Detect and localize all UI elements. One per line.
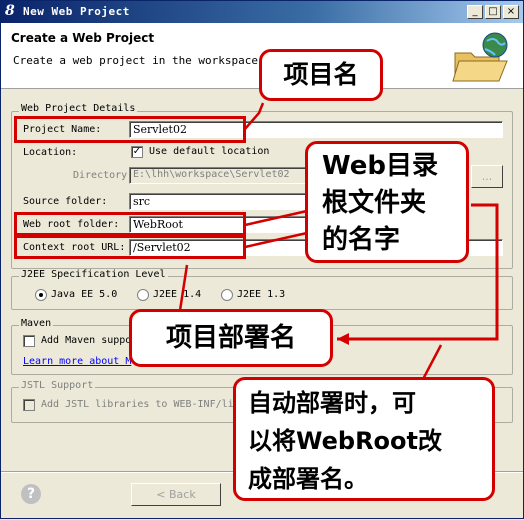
j2ee-1-4-radio[interactable] (137, 289, 149, 301)
context-root-highlight (14, 235, 246, 259)
use-default-location-checkbox[interactable]: ✓ (131, 146, 143, 158)
add-maven-checkbox[interactable] (23, 335, 35, 347)
myeclipse-icon: 8 (5, 3, 15, 19)
web-project-details-title: Web Project Details (19, 103, 138, 114)
web-root-callout-line-2: 根文件夹 (322, 188, 427, 218)
add-jstl-label: Add JSTL libraries to WEB-INF/li (41, 399, 234, 410)
add-maven-label: Add Maven suppo (41, 335, 132, 346)
project-name-callout: 项目名 (259, 49, 383, 101)
minimize-button[interactable]: _ (467, 5, 483, 19)
browse-button: ... (471, 165, 503, 188)
use-default-location-label: Use default location (149, 146, 270, 157)
j2ee-1-4-label: J2EE 1.4 (153, 289, 202, 300)
web-root-callout: Web目录 根文件夹 的名字 (305, 141, 469, 263)
j2ee-level-title: J2EE Specification Level (19, 269, 168, 280)
maximize-button[interactable]: □ (485, 5, 501, 19)
deploy-callout-line-1: 自动部署时，可 (248, 389, 416, 417)
deploy-name-callout: 自动部署时，可 以将WebRoot改 成部署名。 (233, 377, 495, 501)
banner-title: Create a Web Project (11, 31, 155, 45)
location-label: Location: (23, 147, 78, 158)
j2ee-1-3-label: J2EE 1.3 (237, 289, 286, 300)
web-root-callout-line-1: Web目录 (322, 151, 438, 181)
add-jstl-checkbox (23, 399, 35, 411)
learn-more-maven-link[interactable]: Learn more about M (23, 356, 131, 367)
window-title: New Web Project (23, 5, 130, 18)
deploy-callout-line-2: 以将WebRoot改 (248, 427, 443, 455)
help-icon[interactable]: ? (21, 484, 41, 504)
j2ee-1-3-radio[interactable] (221, 289, 233, 301)
directory-label: Directory: (73, 170, 134, 181)
java-ee-5-label: Java EE 5.0 (51, 289, 118, 300)
folder-globe-icon (452, 32, 508, 82)
maven-title: Maven (19, 318, 54, 329)
jstl-support-title: JSTL Support (19, 380, 96, 391)
java-ee-5-radio[interactable] (35, 289, 47, 301)
close-button[interactable]: × (503, 5, 519, 19)
banner-description: Create a web project in the workspace or (13, 54, 278, 67)
deploy-callout-line-3: 成部署名。 (248, 465, 368, 493)
context-root-callout: 项目部署名 (129, 309, 333, 367)
project-name-highlight (14, 116, 246, 143)
web-root-highlight (14, 212, 246, 236)
new-web-project-window: 8 New Web Project _ □ × Create a Web Pro… (0, 0, 524, 519)
web-root-callout-line-3: 的名字 (322, 225, 401, 255)
title-bar: 8 New Web Project _ □ × (1, 1, 523, 23)
source-folder-input[interactable]: src (129, 193, 309, 210)
source-folder-label: Source folder: (23, 196, 108, 207)
back-button: < Back (131, 483, 221, 506)
